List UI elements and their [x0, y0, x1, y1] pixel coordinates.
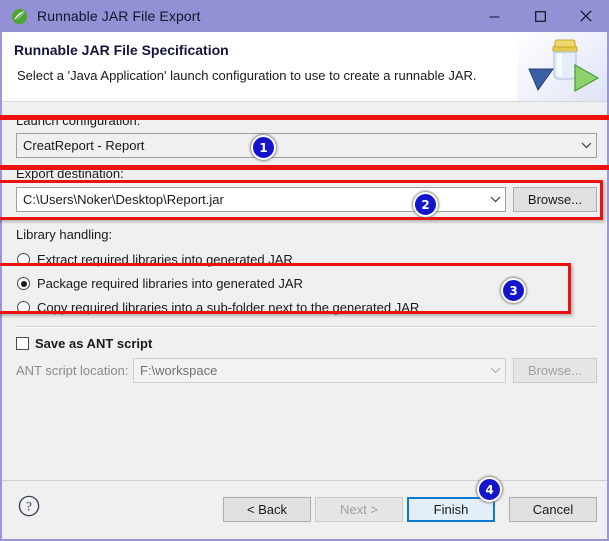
svg-text:?: ? [26, 499, 32, 514]
jar-export-icon [517, 32, 607, 101]
annotation-line-2 [0, 165, 609, 170]
page-description: Select a 'Java Application' launch confi… [17, 68, 477, 83]
page-title: Runnable JAR File Specification [14, 42, 229, 58]
launch-configuration-value: CreatReport - Report [23, 138, 145, 153]
chevron-down-icon[interactable] [485, 367, 505, 374]
annotation-badge-2: 2 [413, 192, 438, 217]
dialog-footer: ? < Back Next > Finish Cancel [2, 480, 607, 539]
ant-script-location-combo[interactable]: F:\workspace [133, 358, 506, 383]
title-bar: Runnable JAR File Export [0, 0, 609, 32]
save-as-ant-script-checkbox[interactable]: Save as ANT script [16, 336, 152, 351]
back-button[interactable]: < Back [223, 497, 311, 522]
ant-script-browse-button: Browse... [513, 358, 597, 383]
close-icon[interactable] [563, 0, 609, 32]
eclipse-leaf-icon [11, 8, 28, 25]
checkbox-label: Save as ANT script [35, 336, 153, 351]
library-handling-label: Library handling: [16, 227, 113, 242]
launch-configuration-combo[interactable]: CreatReport - Report [16, 133, 597, 158]
window-title: Runnable JAR File Export [37, 8, 201, 24]
finish-button[interactable]: Finish [407, 497, 495, 522]
ant-script-location-value: F:\workspace [140, 363, 218, 378]
annotation-badge-1: 1 [251, 135, 276, 160]
annotation-badge-4: 4 [477, 477, 502, 502]
help-icon[interactable]: ? [18, 495, 40, 520]
checkbox-indicator [16, 337, 29, 350]
annotation-line-1 [0, 115, 609, 120]
chevron-down-icon[interactable] [576, 142, 596, 149]
window-controls [471, 0, 609, 32]
cancel-button[interactable]: Cancel [509, 497, 597, 522]
maximize-icon[interactable] [517, 0, 563, 32]
annotation-badge-3: 3 [501, 278, 526, 303]
dialog-header: Runnable JAR File Specification Select a… [2, 32, 607, 102]
minimize-icon[interactable] [471, 0, 517, 32]
next-button: Next > [315, 497, 403, 522]
ant-script-location-label: ANT script location: [16, 363, 129, 378]
section-separator [16, 326, 597, 328]
annotation-box-library-handling [0, 263, 571, 314]
annotation-box-export-destination [0, 180, 603, 220]
